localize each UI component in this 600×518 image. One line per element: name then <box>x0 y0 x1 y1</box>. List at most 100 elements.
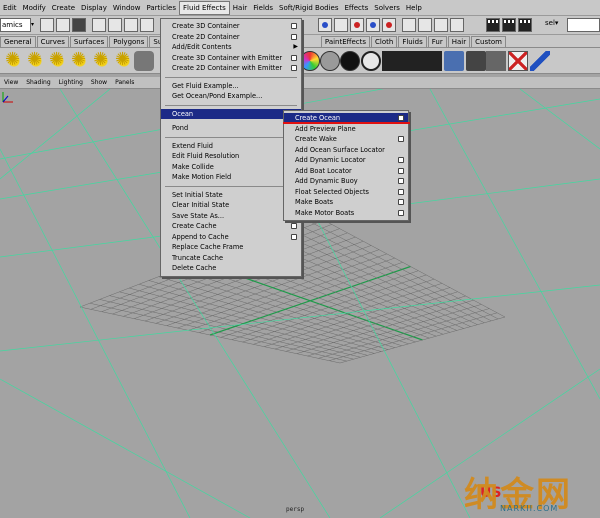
name-field[interactable] <box>567 18 600 32</box>
select-by-object-icon[interactable] <box>108 18 122 32</box>
option-box-icon[interactable] <box>291 33 297 40</box>
shelf-tab-hair[interactable]: Hair <box>447 36 471 47</box>
select-by-hierarchy-icon[interactable] <box>92 18 106 32</box>
input-output-icon[interactable] <box>434 18 448 32</box>
menu-item-delete-cache[interactable]: Delete Cache <box>161 263 301 274</box>
option-box-icon[interactable] <box>398 167 404 174</box>
menu-item-get-fluid-example[interactable]: Get Fluid Example... <box>161 81 301 92</box>
delete-icon[interactable] <box>508 51 528 71</box>
snap-to-view-plane-icon[interactable] <box>366 18 380 32</box>
menu-item-get-ocean-pond-example[interactable]: Get Ocean/Pond Example... <box>161 91 301 102</box>
menu-solvers[interactable]: Solvers <box>371 1 403 15</box>
option-box-icon[interactable] <box>398 178 404 184</box>
option-box-icon[interactable] <box>291 65 297 71</box>
shelf-tab-fluids[interactable]: Fluids <box>398 36 427 47</box>
render-icon[interactable] <box>486 18 500 32</box>
visor-icon[interactable] <box>486 51 506 71</box>
menu-item-float-selected-objects[interactable]: Float Selected Objects <box>284 187 408 198</box>
open-scene-icon[interactable] <box>56 18 70 32</box>
point-light-icon[interactable] <box>48 49 68 71</box>
shelf-tab-fur[interactable]: Fur <box>427 36 447 47</box>
menu-item-add-dynamic-locator[interactable]: Add Dynamic Locator <box>284 155 408 166</box>
menu-item-create-2d-container-with-emitter[interactable]: Create 2D Container with Emitter <box>161 63 301 74</box>
menu-set-selector[interactable]: amics <box>0 18 31 32</box>
shelf-tab-custom[interactable]: Custom <box>471 36 506 47</box>
panel-menu-show[interactable]: Show <box>87 79 111 86</box>
menu-item-extend-fluid[interactable]: Extend Fluid <box>161 141 301 152</box>
menu-help[interactable]: Help <box>403 1 425 15</box>
gray-sphere-icon[interactable] <box>320 51 340 71</box>
menu-item-create-cache[interactable]: Create Cache <box>161 221 301 232</box>
menu-item-add-edit-contents[interactable]: Add/Edit Contents ▶ <box>161 42 301 53</box>
snap-to-grid-icon[interactable] <box>318 18 332 32</box>
menu-item-ocean[interactable]: Ocean▶ <box>161 108 301 119</box>
option-box-icon[interactable] <box>398 209 404 216</box>
menu-item-clear-initial-state[interactable]: Clear Initial State <box>161 200 301 211</box>
new-scene-icon[interactable] <box>40 18 54 32</box>
white-sphere-icon[interactable] <box>361 51 381 71</box>
menu-item-create-wake[interactable]: Create Wake <box>284 134 408 145</box>
panel-menu-view[interactable]: View <box>0 79 22 86</box>
option-box-icon[interactable] <box>291 23 297 29</box>
menu-edit[interactable]: Edit <box>0 1 20 15</box>
render-settings-icon[interactable] <box>518 18 532 32</box>
camera-icon[interactable] <box>134 51 154 71</box>
selection-field-label[interactable]: sel▾ <box>545 19 558 27</box>
menu-item-make-motion-field[interactable]: Make Motion Field <box>161 172 301 183</box>
menu-item-replace-cache-frame[interactable]: Replace Cache Frame <box>161 242 301 253</box>
menu-item-create-3d-container-with-emitter[interactable]: Create 3D Container with Emitter <box>161 53 301 64</box>
option-box-icon[interactable] <box>398 115 404 121</box>
shelf-tab-polygons[interactable]: Polygons <box>109 36 149 47</box>
history-icon[interactable] <box>402 18 416 32</box>
color-wheel-icon[interactable] <box>300 51 320 71</box>
save-scene-icon[interactable] <box>72 18 86 32</box>
menu-item-add-ocean-surface-locator[interactable]: Add Ocean Surface Locator <box>284 145 408 156</box>
menu-item-make-boats[interactable]: Make Boats <box>284 197 408 208</box>
volume-light-icon[interactable] <box>114 49 134 71</box>
spot-light-icon[interactable] <box>70 49 90 71</box>
panel-menu-lighting[interactable]: Lighting <box>55 79 87 86</box>
menu-item-set-initial-state[interactable]: Set Initial State <box>161 190 301 201</box>
menu-item-add-boat-locator[interactable]: Add Boat Locator <box>284 166 408 177</box>
output-icon[interactable] <box>450 18 464 32</box>
shelf-tab-curves[interactable]: Curves <box>36 36 69 47</box>
select-by-component-icon[interactable] <box>124 18 138 32</box>
option-box-icon[interactable] <box>398 188 404 195</box>
menu-display[interactable]: Display <box>78 1 110 15</box>
shelf-tab-general[interactable]: General <box>0 36 36 47</box>
menu-item-truncate-cache[interactable]: Truncate Cache <box>161 253 301 264</box>
snap-to-curve-icon[interactable] <box>334 18 348 32</box>
construction-history-icon[interactable] <box>418 18 432 32</box>
menu-modify[interactable]: Modify <box>20 1 49 15</box>
menu-particles[interactable]: Particles <box>143 1 179 15</box>
paint-icon[interactable] <box>466 51 486 71</box>
menu-item-create-2d-container[interactable]: Create 2D Container <box>161 32 301 43</box>
menu-item-make-collide[interactable]: Make Collide <box>161 162 301 173</box>
menu-item-append-to-cache[interactable]: Append to Cache <box>161 232 301 243</box>
menu-fluid-effects[interactable]: Fluid Effects <box>178 0 230 15</box>
make-live-icon[interactable] <box>382 18 396 32</box>
render-region-icon[interactable] <box>402 51 422 71</box>
menu-effects[interactable]: Effects <box>341 1 371 15</box>
menu-soft-rigid-bodies[interactable]: Soft/Rigid Bodies <box>276 1 341 15</box>
menu-item-add-dynamic-buoy[interactable]: Add Dynamic Buoy <box>284 176 408 187</box>
panel-menu-shading[interactable]: Shading <box>22 79 54 86</box>
option-box-icon[interactable] <box>398 199 404 205</box>
area-light-icon[interactable] <box>92 49 112 71</box>
snap-to-point-icon[interactable] <box>350 18 364 32</box>
option-box-icon[interactable] <box>291 233 297 240</box>
menu-hair[interactable]: Hair <box>230 1 250 15</box>
menu-window[interactable]: Window <box>110 1 144 15</box>
black-sphere-icon[interactable] <box>340 51 360 71</box>
ambient-light-icon[interactable] <box>4 49 24 71</box>
panel-menu-panels[interactable]: Panels <box>111 79 138 86</box>
option-box-icon[interactable] <box>398 136 404 142</box>
brush-icon[interactable] <box>530 51 550 71</box>
menu-item-add-preview-plane[interactable]: Add Preview Plane <box>284 124 408 135</box>
hypershade-icon[interactable] <box>444 51 464 71</box>
menu-item-save-state-as[interactable]: Save State As... <box>161 211 301 222</box>
shelf-tab-painteffects[interactable]: PaintEffects <box>320 36 371 47</box>
menu-fields[interactable]: Fields <box>250 1 276 15</box>
option-box-icon[interactable] <box>398 157 404 163</box>
select-mask-icon[interactable] <box>140 18 154 32</box>
